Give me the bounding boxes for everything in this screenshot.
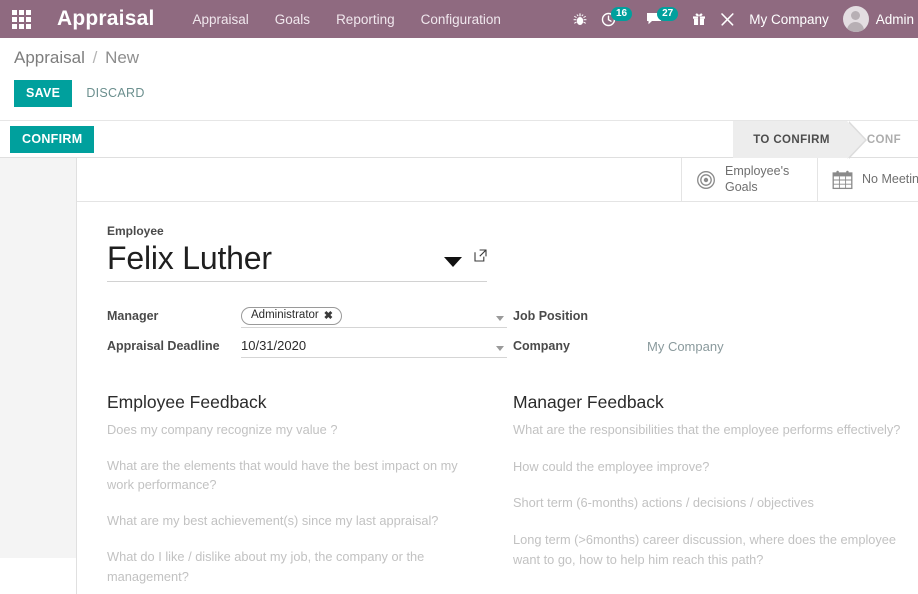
manager-input[interactable]: Administrator ✖	[241, 306, 507, 328]
field-appraisal-deadline: Appraisal Deadline 10/31/2020	[107, 336, 507, 359]
discard-button[interactable]: DISCARD	[76, 80, 154, 107]
smart-button-label: Employee's Goals	[725, 164, 790, 194]
user-avatar-icon	[842, 6, 869, 32]
manager-feedback-question[interactable]: Long term (>6months) career discussion, …	[513, 530, 907, 570]
employee-feedback-question[interactable]: What do I like / dislike about my job, t…	[107, 547, 485, 587]
appraisal-deadline-label: Appraisal Deadline	[107, 338, 220, 353]
appraisal-deadline-value[interactable]: 10/31/2020	[241, 338, 306, 353]
menu-item-appraisal[interactable]: Appraisal	[193, 12, 249, 27]
breadcrumb: Appraisal / New	[0, 48, 918, 68]
company-input[interactable]: My Company	[647, 336, 907, 358]
menu-item-configuration[interactable]: Configuration	[421, 12, 501, 27]
caret-down-icon[interactable]	[444, 256, 462, 267]
messaging-comment-icon[interactable]: 27	[646, 7, 679, 26]
employee-field[interactable]: Felix Luther	[107, 240, 487, 282]
save-button[interactable]: SAVE	[14, 80, 73, 107]
status-stages: TO CONFIRM CONF	[733, 121, 918, 159]
menu-item-goals[interactable]: Goals	[275, 12, 310, 27]
deadline-caret-down-icon[interactable]	[496, 345, 504, 351]
external-link-icon[interactable]	[474, 249, 487, 267]
sheet-body: Employee Felix Luther Manager Administra…	[77, 202, 918, 594]
form-view: CONFIRM TO CONFIRM CONF Employee's Goals	[0, 120, 918, 594]
company-switcher[interactable]: My Company	[749, 12, 829, 27]
form-statusbar: CONFIRM TO CONFIRM CONF	[0, 120, 918, 159]
main-menu: Appraisal Goals Reporting Configuration	[193, 12, 501, 27]
field-company: Company My Company	[513, 336, 907, 359]
gift-icon[interactable]	[692, 12, 706, 26]
manager-feedback-question[interactable]: How could the employee improve?	[513, 457, 907, 477]
fields-column-left: Manager Administrator ✖ Appraisal Deadli…	[107, 306, 507, 366]
breadcrumb-current: New	[105, 48, 140, 67]
employee-feedback-question[interactable]: Does my company recognize my value ?	[107, 420, 485, 440]
employee-field-label: Employee	[107, 224, 164, 238]
job-position-input[interactable]	[647, 306, 907, 328]
breadcrumb-root[interactable]: Appraisal	[14, 48, 85, 67]
smart-button-no-meeting[interactable]: No Meeting	[817, 158, 918, 201]
manager-label: Manager	[107, 308, 159, 323]
company-label: Company	[513, 338, 570, 353]
field-job-position: Job Position	[513, 306, 907, 329]
manager-feedback-question[interactable]: What are the responsibilities that the e…	[513, 420, 907, 440]
feedback-section: Employee Feedback Does my company recogn…	[107, 392, 911, 594]
employee-name-value[interactable]: Felix Luther	[107, 240, 444, 277]
employee-feedback-question[interactable]: What are the elements that would have th…	[107, 456, 485, 496]
calendar-icon	[832, 170, 853, 190]
appraisal-deadline-input[interactable]: 10/31/2020	[241, 336, 507, 358]
user-menu[interactable]: Admin	[842, 6, 914, 32]
manager-tag-label: Administrator	[251, 309, 319, 322]
bug-icon[interactable]	[573, 12, 587, 27]
main-fields: Manager Administrator ✖ Appraisal Deadli…	[107, 306, 911, 366]
manager-feedback-title: Manager Feedback	[513, 391, 664, 412]
systray: 16 27 My Company Admin	[573, 0, 918, 38]
field-manager: Manager Administrator ✖	[107, 306, 507, 329]
user-name-label: Admin	[875, 11, 914, 27]
smart-button-employees-goals[interactable]: Employee's Goals	[681, 158, 817, 201]
activity-count-badge: 16	[610, 7, 633, 21]
apps-grid-icon	[11, 9, 31, 29]
employee-feedback-question[interactable]: What are my best achievement(s) since my…	[107, 511, 485, 531]
control-panel-buttons: SAVE DISCARD	[0, 68, 918, 120]
smart-button-box: Employee's Goals No Meeting	[77, 158, 918, 202]
target-icon	[696, 170, 716, 190]
menu-item-reporting[interactable]: Reporting	[336, 12, 395, 27]
employee-feedback-title: Employee Feedback	[107, 391, 267, 412]
top-navbar: Appraisal Appraisal Goals Reporting Conf…	[0, 0, 918, 38]
company-value-link[interactable]: My Company	[647, 339, 724, 354]
apps-menu-button[interactable]	[0, 0, 42, 38]
employee-feedback-column: Employee Feedback Does my company recogn…	[107, 392, 507, 594]
breadcrumb-separator: /	[92, 48, 98, 67]
close-x-icon[interactable]: ✖	[324, 309, 333, 322]
manager-caret-down-icon[interactable]	[496, 315, 504, 321]
activity-clock-icon[interactable]: 16	[601, 7, 633, 27]
control-panel: Appraisal / New SAVE DISCARD	[0, 38, 918, 120]
manager-feedback-column: Manager Feedback What are the responsibi…	[507, 392, 907, 594]
smart-button-label: No Meeting	[862, 171, 918, 186]
manager-tag[interactable]: Administrator ✖	[241, 306, 342, 325]
stage-to-confirm[interactable]: TO CONFIRM	[733, 121, 867, 159]
manager-feedback-question[interactable]: Short term (6-months) actions / decision…	[513, 493, 907, 513]
tools-wrench-icon[interactable]	[720, 12, 735, 27]
fields-column-right: Job Position Company My Company	[507, 306, 907, 366]
confirm-button[interactable]: CONFIRM	[10, 125, 95, 153]
employee-title-group: Employee Felix Luther	[107, 224, 487, 282]
messaging-count-badge: 27	[657, 7, 679, 21]
app-brand-title[interactable]: Appraisal	[57, 7, 155, 31]
form-sheet: Employee's Goals No Meeting	[76, 158, 918, 594]
job-position-label: Job Position	[513, 308, 588, 323]
